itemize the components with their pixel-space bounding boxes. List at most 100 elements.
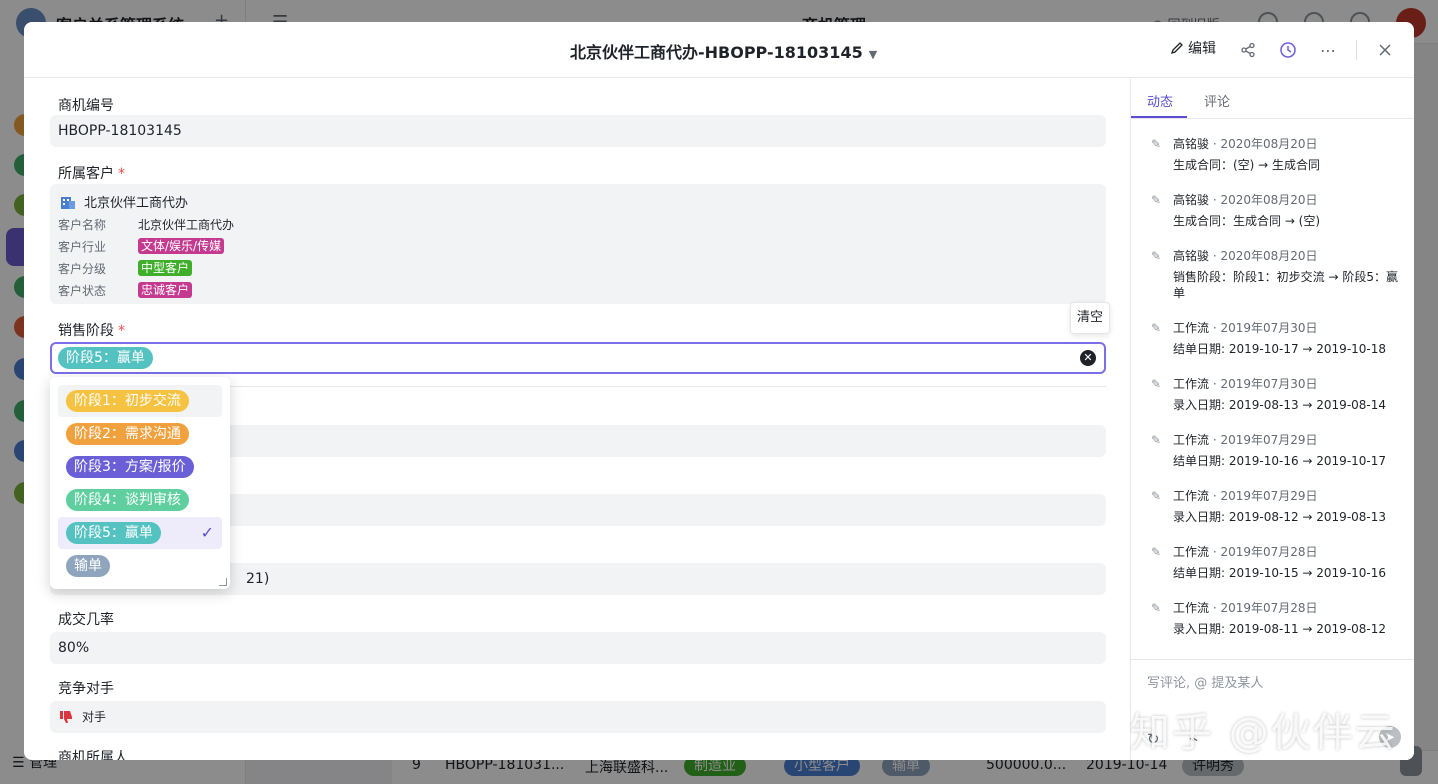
tab-comments[interactable]: 评论 (1204, 91, 1230, 110)
activity-date: · 2019年07月29日 (1212, 433, 1318, 447)
activity-date: · 2019年07月30日 (1212, 321, 1318, 335)
form-pane: 商机编号 HBOPP-18103145 所属客户 * 北京伙伴工商代办 客户名称 … (24, 79, 1130, 760)
probability-field[interactable]: 80% (50, 632, 1106, 664)
activity-meta: 工作流 · 2019年07月28日 (1173, 599, 1318, 616)
activity-date: · 2020年08月20日 (1212, 137, 1318, 151)
comment-input[interactable]: 写评论, @ 提及某人 (1147, 672, 1263, 691)
edit-button[interactable]: 编辑 (1170, 38, 1216, 58)
customer-status-tag: 忠诚客户 (138, 282, 193, 298)
competitor-label: 竞争对手 (58, 681, 114, 697)
activity-date: · 2020年08月20日 (1212, 193, 1318, 207)
stage-label: 销售阶段 * (58, 323, 125, 339)
activity-date: · 2020年08月20日 (1212, 249, 1318, 263)
stage-chip: 阶段2：需求沟通 (66, 423, 189, 445)
customer-level-tag: 中型客户 (138, 260, 193, 276)
opportunity-modal: 北京伙伴工商代办-HBOPP-18103145 ▼ 编辑 ⋯ 商机编号 HBOPP… (24, 22, 1414, 760)
activity-meta: 高铭骏 · 2020年08月20日 (1173, 247, 1318, 264)
activity-meta: 高铭骏 · 2020年08月20日 (1173, 191, 1318, 208)
share-icon[interactable] (1236, 38, 1260, 62)
customer-industry-tag: 文体/娱乐/传媒 (138, 238, 225, 254)
activity-meta: 工作流 · 2019年07月29日 (1173, 487, 1318, 504)
activity-text: 录入日期: 2019-08-13 → 2019-08-14 (1173, 398, 1387, 412)
resize-handle[interactable] (219, 578, 227, 586)
customer-name: 北京伙伴工商代办 (84, 196, 189, 211)
hidden-field-3-value: 21) (246, 571, 270, 587)
stage-option-3[interactable]: 阶段3：方案/报价 (58, 451, 222, 483)
watermark-text: 知乎 @伙伴云 (1130, 710, 1397, 756)
activity-text: 结单日期: 2019-10-16 → 2019-10-17 (1173, 454, 1387, 468)
customer-name-value: 北京伙伴工商代办 (138, 218, 235, 232)
stage-option-lost[interactable]: 输单 (58, 550, 222, 582)
modal-header: 北京伙伴工商代办-HBOPP-18103145 ▼ 编辑 ⋯ (24, 22, 1414, 78)
activity-text: 结单日期: 2019-10-17 → 2019-10-18 (1173, 342, 1387, 356)
customer-label: 所属客户 * (58, 166, 125, 182)
activity-meta: 工作流 · 2019年07月30日 (1173, 375, 1318, 392)
pencil-icon (1170, 42, 1183, 55)
activity-date: · 2019年07月28日 (1212, 545, 1318, 559)
customer-status-label: 客户状态 (58, 284, 107, 298)
activity-author: 高铭骏 (1173, 193, 1210, 207)
activity-date: · 2019年07月29日 (1212, 489, 1318, 503)
stage-chip: 阶段4：谈判审核 (66, 489, 189, 511)
competitor-value: 对手 (82, 710, 107, 724)
customer-name-label: 客户名称 (58, 218, 107, 232)
owner-label: 商机所属人 (58, 750, 128, 760)
header-divider (1356, 40, 1357, 60)
activity-pane: 动态 评论 ✎ 高铭骏 · 2020年08月20日 生成合同：(空) → 生成合同 ✎… (1130, 79, 1414, 760)
pencil-icon: ✎ (1151, 433, 1162, 447)
stage-chip: 输单 (66, 555, 110, 577)
thumbs-down-icon (60, 711, 72, 723)
activity-author: 高铭骏 (1173, 249, 1210, 263)
activity-text: 录入日期: 2019-08-12 → 2019-08-13 (1173, 510, 1387, 524)
activity-author: 工作流 (1173, 433, 1210, 447)
modal-title[interactable]: 北京伙伴工商代办-HBOPP-18103145 ▼ (570, 39, 877, 63)
activity-text: 结单日期: 2019-10-15 → 2019-10-16 (1173, 566, 1387, 580)
customer-link[interactable]: 北京伙伴工商代办 (60, 192, 188, 211)
more-icon[interactable]: ⋯ (1316, 38, 1340, 62)
activity-author: 高铭骏 (1173, 137, 1210, 151)
activity-date: · 2019年07月30日 (1212, 377, 1318, 391)
activity-text: 生成合同：生成合同 → (空) (1173, 214, 1321, 228)
activity-author: 工作流 (1173, 489, 1210, 503)
opp-no-field[interactable]: HBOPP-18103145 (50, 115, 1106, 147)
stage-chip: 阶段3：方案/报价 (66, 456, 194, 478)
chevron-down-icon[interactable]: ▼ (869, 48, 877, 61)
stage-chip: 阶段1：初步交流 (66, 390, 189, 412)
activity-author: 工作流 (1173, 601, 1210, 615)
activity-author: 工作流 (1173, 321, 1210, 335)
stage-dropdown: 阶段1：初步交流 阶段2：需求沟通 阶段3：方案/报价 阶段4：谈判审核 阶段5… (50, 377, 230, 589)
activity-date: · 2019年07月28日 (1212, 601, 1318, 615)
activity-text: 录入日期: 2019-08-11 → 2019-08-12 (1173, 622, 1387, 636)
opp-no-label: 商机编号 (58, 98, 114, 114)
activity-meta: 高铭骏 · 2020年08月20日 (1173, 135, 1318, 152)
pencil-icon: ✎ (1151, 489, 1162, 503)
pencil-icon: ✎ (1151, 377, 1162, 391)
activity-tabs: 动态 评论 (1131, 79, 1414, 119)
probability-label: 成交几率 (58, 612, 114, 628)
modal-title-text: 北京伙伴工商代办-HBOPP-18103145 (570, 43, 863, 62)
stage-option-5[interactable]: 阶段5：赢单 ✓ (58, 517, 222, 549)
check-icon: ✓ (200, 523, 214, 542)
stage-chip: 阶段5：赢单 (66, 522, 161, 544)
history-icon[interactable] (1276, 38, 1300, 62)
stage-selected-chip: 阶段5：赢单 (58, 347, 153, 369)
clear-icon[interactable]: ✕ (1080, 350, 1096, 366)
pencil-icon: ✎ (1151, 193, 1162, 207)
close-icon[interactable] (1373, 38, 1397, 62)
customer-card[interactable]: 北京伙伴工商代办 客户名称 北京伙伴工商代办 客户行业 文体/娱乐/传媒 客户分… (50, 184, 1106, 304)
pencil-icon: ✎ (1151, 321, 1162, 335)
activity-meta: 工作流 · 2019年07月30日 (1173, 319, 1318, 336)
clear-tooltip: 清空 (1070, 302, 1110, 334)
pencil-icon: ✎ (1151, 601, 1162, 615)
tab-activity[interactable]: 动态 (1147, 91, 1173, 110)
stage-option-2[interactable]: 阶段2：需求沟通 (58, 418, 222, 450)
competitor-field[interactable]: 对手 (50, 701, 1106, 733)
building-icon (61, 196, 75, 209)
stage-option-4[interactable]: 阶段4：谈判审核 (58, 484, 222, 516)
edit-label: 编辑 (1188, 41, 1216, 57)
stage-option-1[interactable]: 阶段1：初步交流 (58, 385, 222, 417)
customer-industry-label: 客户行业 (58, 240, 107, 254)
stage-select[interactable]: 阶段5：赢单 ✕ (50, 342, 1106, 374)
pencil-icon: ✎ (1151, 249, 1162, 263)
customer-level-label: 客户分级 (58, 262, 107, 276)
